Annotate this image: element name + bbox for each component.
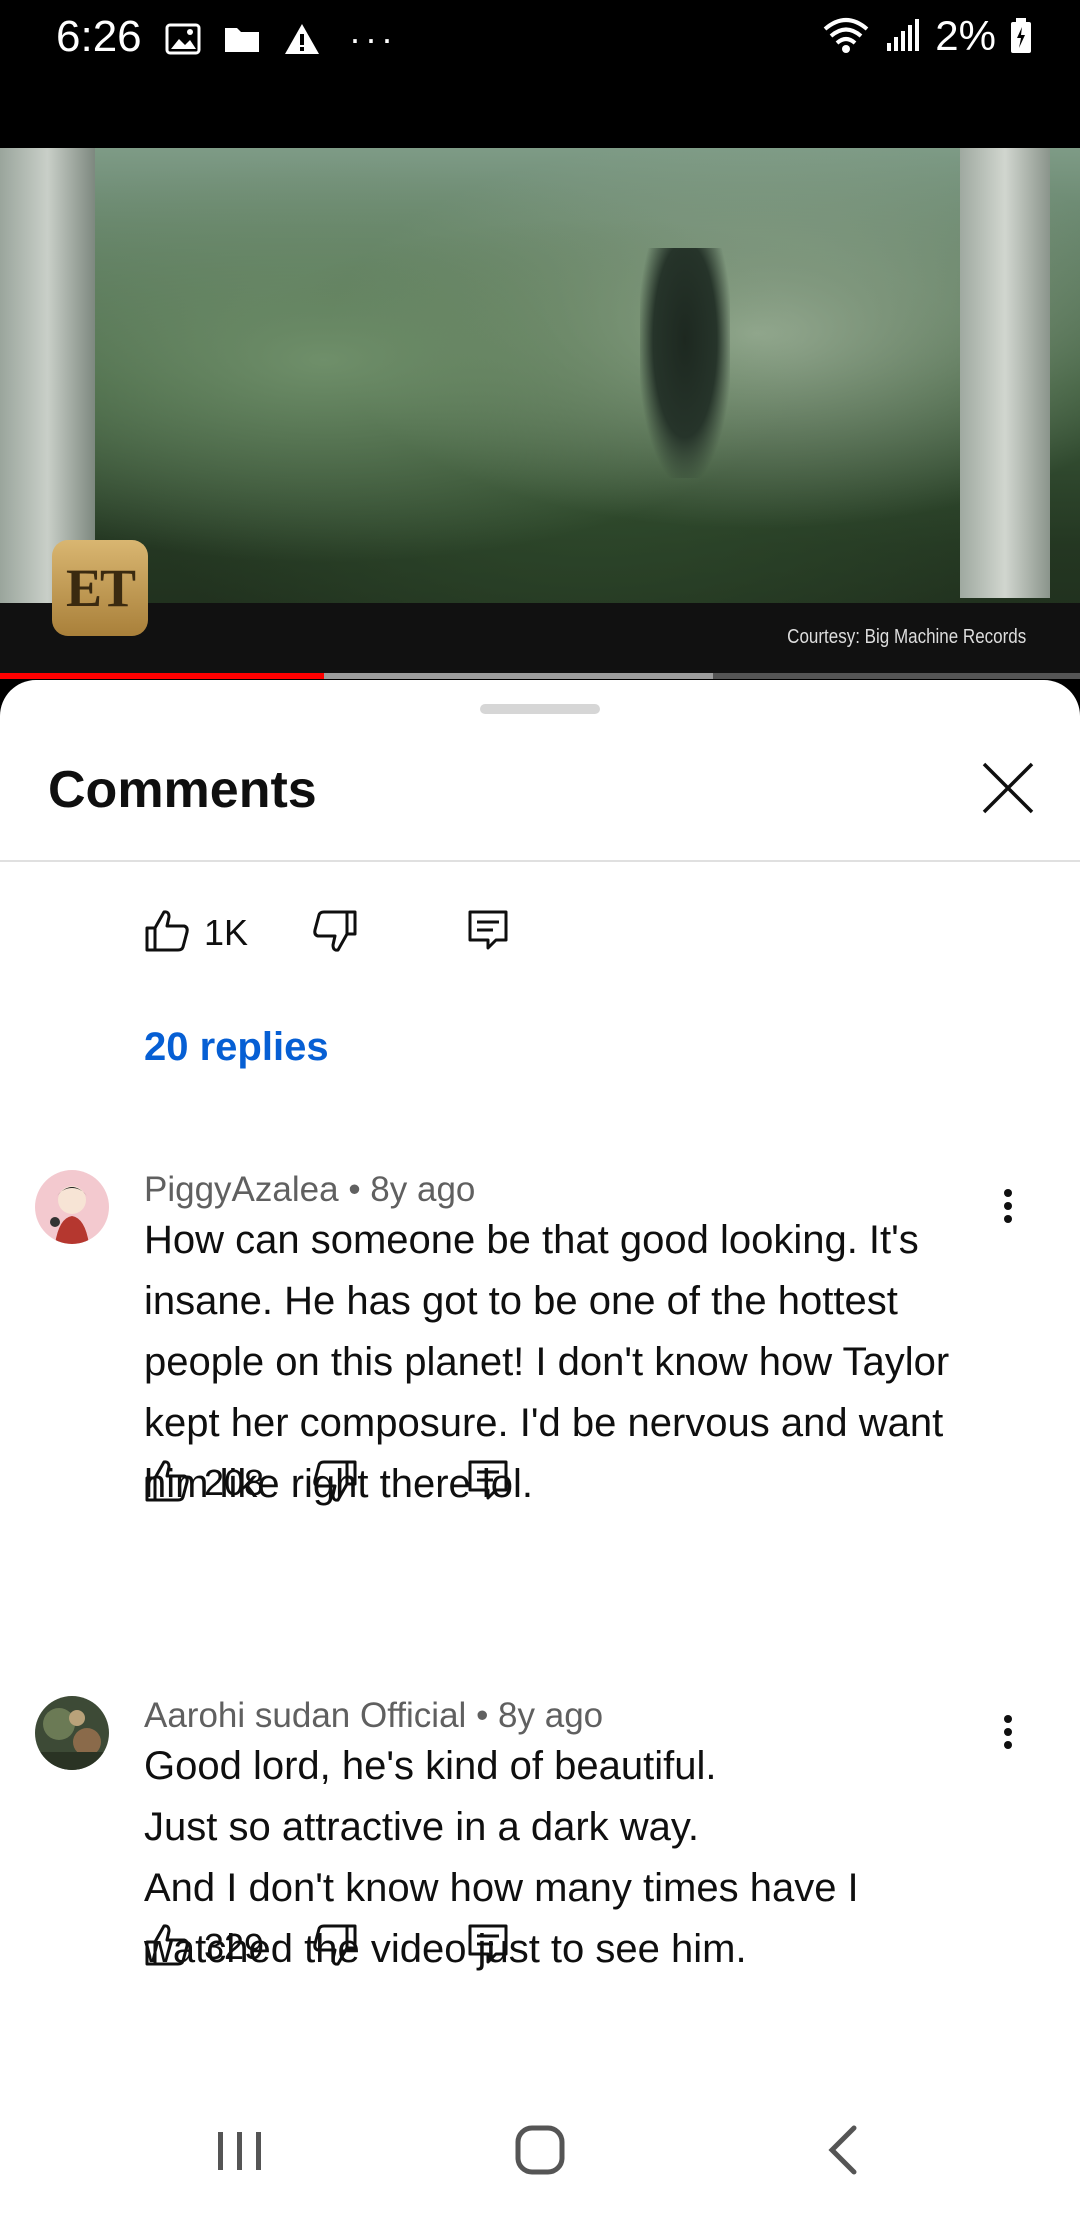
reply-icon[interactable]	[466, 1458, 510, 1502]
thumbs-down-icon[interactable]	[312, 908, 358, 954]
comment-author[interactable]: PiggyAzalea	[144, 1170, 339, 1209]
view-replies-link[interactable]: 20 replies	[144, 1025, 329, 1070]
comment-meta: Aarohi sudan Official • 8y ago	[144, 1696, 603, 1736]
thumbs-up-icon[interactable]	[144, 1922, 190, 1968]
signal-icon	[887, 19, 920, 51]
reply-icon[interactable]	[466, 908, 510, 952]
gallery-icon	[165, 23, 201, 55]
system-status: 2%	[821, 12, 1032, 60]
thumbs-up-icon[interactable]	[144, 908, 190, 954]
video-progress-fill	[0, 673, 324, 679]
status-bar: 6:26 ··· 2%	[0, 0, 1080, 148]
thumbs-down-icon[interactable]	[312, 1922, 358, 1968]
back-icon[interactable]	[822, 2124, 862, 2176]
notification-icons: ···	[165, 18, 397, 60]
more-notifications: ···	[349, 18, 397, 59]
folder-icon	[225, 28, 259, 52]
reply-icon[interactable]	[466, 1922, 510, 1966]
video-frame-pillar	[960, 148, 1050, 598]
avatar[interactable]	[35, 1170, 109, 1244]
comment-actions: 1K	[0, 900, 1080, 960]
comment-age: 8y ago	[370, 1170, 476, 1209]
header-divider	[0, 860, 1080, 862]
meta-separator: •	[476, 1696, 499, 1735]
avatar[interactable]	[35, 1696, 109, 1770]
comment-age: 8y ago	[498, 1696, 604, 1735]
battery-percent: 2%	[935, 12, 996, 59]
comments-sheet: Comments 1K 20 replies PiggyAzalea • 8y …	[0, 680, 1080, 2220]
like-count: 329	[204, 1926, 265, 1967]
close-icon[interactable]	[978, 758, 1038, 818]
status-time: 6:26	[56, 12, 142, 61]
comment-actions: 329	[0, 1914, 1080, 1974]
home-icon[interactable]	[514, 2124, 566, 2176]
sheet-title: Comments	[48, 761, 317, 819]
warning-icon	[285, 24, 319, 54]
video-frame-pillar	[0, 148, 95, 608]
comment-actions: 208	[0, 1450, 1080, 1510]
video-progress-bar[interactable]	[0, 673, 1080, 679]
drag-handle[interactable]	[480, 704, 600, 714]
comment-meta: PiggyAzalea • 8y ago	[144, 1170, 475, 1210]
wifi-icon	[823, 18, 869, 53]
video-player[interactable]: ET Courtesy: Big Machine Records	[0, 148, 1080, 678]
meta-separator: •	[348, 1170, 371, 1209]
video-frame-figure	[640, 248, 730, 478]
system-nav-bar	[0, 2100, 1080, 2220]
recents-icon[interactable]	[215, 2126, 265, 2176]
thumbs-down-icon[interactable]	[312, 1458, 358, 1504]
like-count: 1K	[204, 912, 249, 953]
battery-icon	[1011, 18, 1031, 53]
like-count: 208	[204, 1462, 265, 1503]
comment-author[interactable]: Aarohi sudan Official	[144, 1696, 466, 1735]
thumbs-up-icon[interactable]	[144, 1458, 190, 1504]
video-courtesy-text: Courtesy: Big Machine Records	[786, 626, 1026, 648]
et-logo: ET	[52, 540, 148, 636]
